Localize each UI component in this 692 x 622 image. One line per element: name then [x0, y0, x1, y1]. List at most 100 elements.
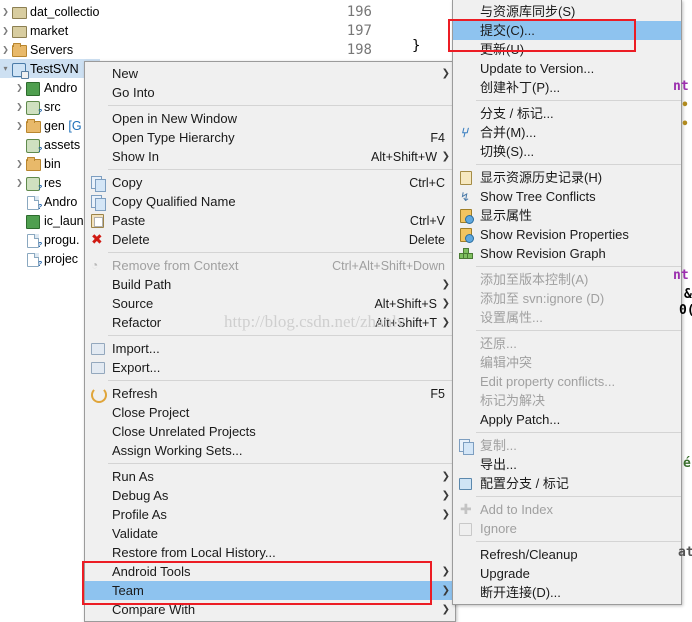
xml-file-icon: ?: [25, 194, 42, 211]
team-与资源库同步-s[interactable]: 与资源库同步(S): [453, 2, 681, 21]
menu-item-shortcut: F4: [430, 130, 445, 145]
menu-source[interactable]: Source Alt+Shift+S ❯: [85, 294, 455, 313]
chevron-right-icon[interactable]: ❯: [14, 159, 25, 168]
tree-conflicts-icon: ↯: [460, 190, 471, 204]
menu-debug-as[interactable]: Debug As ❯: [85, 486, 455, 505]
team-更新-u[interactable]: 更新(U): [453, 40, 681, 59]
team-显示资源历史记录-h[interactable]: 显示资源历史记录(H): [453, 168, 681, 187]
menu-show-in[interactable]: Show In Alt+Shift+W ❯: [85, 147, 455, 166]
chevron-right-icon: ❯: [441, 566, 450, 577]
team-提交-c[interactable]: 提交(C)...: [453, 21, 681, 40]
team-ignore: Ignore: [453, 519, 681, 538]
menu-profile-as[interactable]: Profile As ❯: [85, 505, 455, 524]
menu-item-label: Source: [112, 296, 154, 311]
menu-assign-working-sets[interactable]: Assign Working Sets...: [85, 441, 455, 460]
tree-item-market[interactable]: ❯ market: [0, 21, 100, 40]
menu-item-label: Edit property conflicts...: [480, 374, 616, 389]
export-icon: [89, 360, 105, 375]
copy-qualified-icon: [89, 194, 106, 211]
menu-run-as[interactable]: Run As ❯: [85, 467, 455, 486]
menu-item-label: Compare With: [112, 602, 196, 617]
menu-new[interactable]: New ❯: [85, 64, 455, 83]
menu-paste[interactable]: Paste Ctrl+V: [85, 211, 455, 230]
team-show-revision-properties[interactable]: Show Revision Properties: [453, 225, 681, 244]
menu-item-label: 导出...: [480, 457, 517, 472]
menu-item-label: 显示资源历史记录(H): [480, 170, 603, 185]
folder-icon: ?: [25, 137, 42, 154]
chevron-right-icon[interactable]: ❯: [0, 7, 11, 16]
menu-close-project[interactable]: Close Project: [85, 403, 455, 422]
team-add-to-index: ✚ Add to Index: [453, 500, 681, 519]
team-显示属性[interactable]: 显示属性: [453, 206, 681, 225]
team-创建补丁-p[interactable]: 创建补丁(P)...: [453, 78, 681, 97]
menu-refresh[interactable]: Refresh F5: [85, 384, 455, 403]
menu-separator: [108, 105, 455, 106]
menu-open-type-hierarchy[interactable]: Open Type Hierarchy F4: [85, 128, 455, 147]
tree-item-servers[interactable]: ❯ Servers: [0, 40, 100, 59]
team-切换-s[interactable]: 切换(S)...: [453, 142, 681, 161]
chevron-down-icon[interactable]: ▾: [0, 64, 11, 73]
menu-go-into[interactable]: Go Into: [85, 83, 455, 102]
team-合并-m[interactable]: ⑂ 合并(M)...: [453, 123, 681, 142]
menu-separator: [108, 169, 455, 170]
menu-build-path[interactable]: Build Path ❯: [85, 275, 455, 294]
team-show-revision-graph[interactable]: Show Revision Graph: [453, 244, 681, 263]
menu-item-label: Refactor: [112, 315, 162, 330]
team-配置分支-标记[interactable]: 配置分支 / 标记: [453, 474, 681, 493]
menu-item-label: Paste: [112, 213, 146, 228]
menu-import[interactable]: Import...: [85, 339, 455, 358]
copy-icon: [89, 175, 106, 192]
menu-open-in-new-window[interactable]: Open in New Window: [85, 109, 455, 128]
image-file-icon: [25, 213, 41, 229]
menu-validate[interactable]: Validate: [85, 524, 455, 543]
team-apply-patch[interactable]: Apply Patch...: [453, 410, 681, 429]
menu-item-label: 设置属性...: [480, 310, 543, 325]
menu-copy-qualified-name[interactable]: Copy Qualified Name: [85, 192, 455, 211]
menu-copy[interactable]: Copy Ctrl+C: [85, 173, 455, 192]
tree-item-dat-collection[interactable]: ❯ dat_collection: [0, 2, 100, 21]
team-导出[interactable]: 导出...: [453, 455, 681, 474]
menu-delete[interactable]: ✖ Delete Delete: [85, 230, 455, 249]
line-number: 196: [346, 4, 372, 20]
project-context-menu[interactable]: New ❯ Go Into Open in New Window Open Type H…: [84, 61, 456, 622]
menu-item-shortcut: Delete: [408, 232, 445, 247]
chevron-right-icon[interactable]: ❯: [14, 102, 25, 111]
team-submenu[interactable]: 与资源库同步(S) 提交(C)... 更新(U) Update to Version.…: [452, 0, 682, 605]
menu-item-label: Debug As: [112, 488, 169, 503]
team-upgrade[interactable]: Upgrade: [453, 564, 681, 583]
chevron-right-icon[interactable]: ❯: [14, 121, 25, 130]
line-number: 198: [346, 42, 372, 58]
menu-item-label: Go Into: [112, 85, 155, 100]
menu-item-shortcut: Alt+Shift+W: [371, 149, 437, 164]
menu-item-label: 创建补丁(P)...: [480, 80, 561, 95]
menu-compare-with[interactable]: Compare With ❯: [85, 600, 455, 619]
chevron-right-icon: ❯: [441, 68, 450, 79]
menu-team[interactable]: Team ❯: [85, 581, 455, 600]
menu-separator: [476, 100, 681, 101]
tree-item-label: Servers: [30, 42, 74, 57]
menu-item-label: Export...: [112, 360, 161, 375]
menu-item-label: Show In: [112, 149, 159, 164]
chevron-right-icon[interactable]: ❯: [0, 45, 11, 54]
paste-icon: [89, 213, 105, 228]
menu-item-shortcut: Ctrl+V: [409, 213, 445, 228]
team-分支-标记[interactable]: 分支 / 标记...: [453, 104, 681, 123]
menu-export[interactable]: Export...: [85, 358, 455, 377]
team-断开连接-d[interactable]: 断开连接(D)...: [453, 583, 681, 602]
menu-android-tools[interactable]: Android Tools ❯: [85, 562, 455, 581]
menu-close-unrelated-projects[interactable]: Close Unrelated Projects: [85, 422, 455, 441]
properties-icon: [457, 208, 474, 224]
code-fragment: •: [681, 117, 689, 132]
team-show-tree-conflicts[interactable]: ↯ Show Tree Conflicts: [453, 187, 681, 206]
menu-item-label: Show Tree Conflicts: [480, 189, 596, 204]
menu-item-label: 显示属性: [480, 208, 533, 223]
menu-item-label: 标记为解决: [480, 393, 546, 408]
copy-icon: [457, 438, 474, 455]
chevron-right-icon[interactable]: ❯: [14, 178, 25, 187]
chevron-right-icon: ❯: [441, 317, 450, 328]
chevron-right-icon[interactable]: ❯: [0, 26, 11, 35]
menu-restore-from-local-history[interactable]: Restore from Local History...: [85, 543, 455, 562]
team-update-to-version[interactable]: Update to Version...: [453, 59, 681, 78]
team-refresh-cleanup[interactable]: Refresh/Cleanup: [453, 545, 681, 564]
chevron-right-icon[interactable]: ❯: [14, 83, 25, 92]
